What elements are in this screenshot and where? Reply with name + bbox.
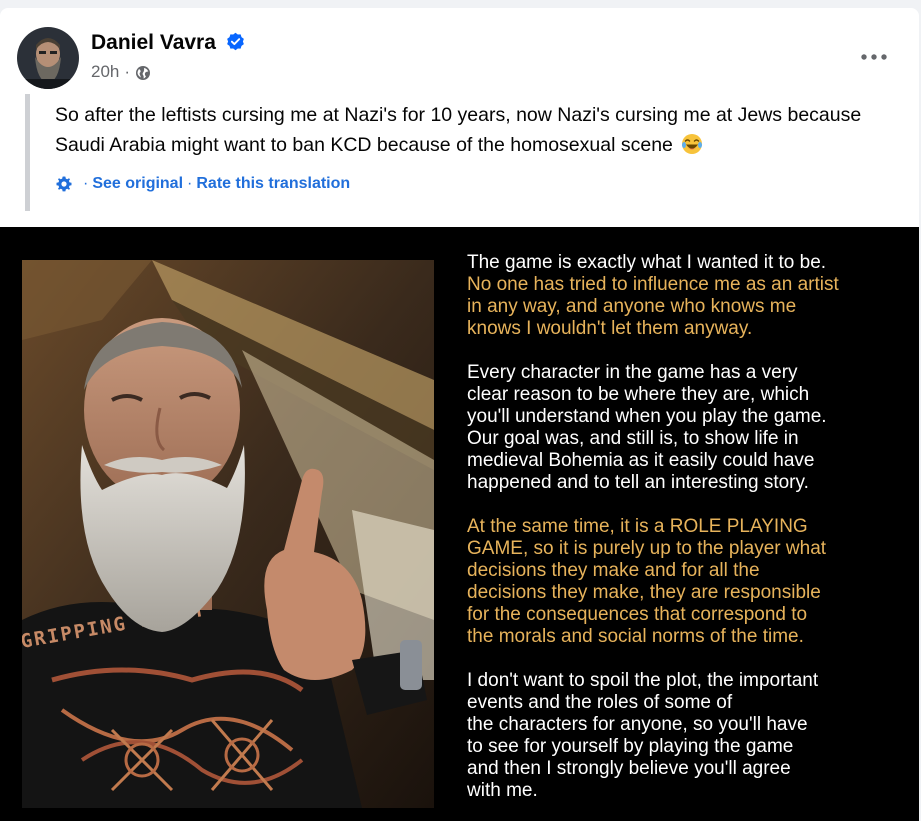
image-text-line: At the same time, it is a ROLE PLAYING: [467, 516, 808, 537]
image-text-line: I don't want to spoil the plot, the impo…: [467, 670, 819, 691]
more-options-icon[interactable]: [856, 42, 892, 72]
image-text-line: happened and to tell an interesting stor…: [467, 472, 809, 493]
image-text-line: decisions they make and for all the: [467, 560, 760, 581]
image-text-paragraph: I don't want to spoil the plot, the impo…: [467, 670, 907, 802]
globe-icon[interactable]: [135, 65, 151, 81]
rate-translation-link[interactable]: Rate this translation: [196, 175, 350, 193]
post-timestamp[interactable]: 20h: [91, 62, 119, 82]
image-text-line: The game is exactly what I wanted it to …: [467, 252, 827, 273]
image-text-line: knows I wouldn't let them anyway.: [467, 318, 753, 339]
author-name[interactable]: Daniel Vavra: [91, 30, 216, 56]
image-text-line: for the consequences that correspond to: [467, 604, 808, 625]
translation-quote-bar: [25, 94, 30, 211]
post-body: So after the leftists cursing me at Nazi…: [55, 100, 895, 160]
image-text-line: Every character in the game has a very: [467, 362, 798, 383]
image-text-paragraph: The game is exactly what I wanted it to …: [467, 252, 907, 340]
image-text-line: decisions they make, they are responsibl…: [467, 582, 821, 603]
image-text-line: clear reason to be where they are, which: [467, 384, 810, 405]
image-text-line: No one has tried to influence me as an a…: [467, 274, 839, 295]
laughing-emoji-icon: [681, 133, 703, 155]
post-meta: 20h ·: [91, 62, 151, 82]
gear-icon[interactable]: [55, 175, 73, 193]
post-image[interactable]: GRIPPING BEAST The game is exactly what …: [0, 227, 919, 821]
translation-separator: ·: [187, 175, 193, 192]
post-text: So after the leftists cursing me at Nazi…: [55, 104, 862, 156]
image-text-line: events and the roles of some of: [467, 692, 733, 713]
image-text-line: and then I strongly believe you'll agree: [467, 758, 791, 779]
image-text-line: with me.: [467, 780, 538, 801]
image-text-line: Our goal was, and still is, to show life…: [467, 428, 799, 449]
post-card: Daniel Vavra 20h · So after the leftists…: [0, 8, 919, 821]
image-quote-text: The game is exactly what I wanted it to …: [467, 252, 907, 821]
image-text-line: the morals and social norms of the time.: [467, 626, 804, 647]
image-text-line: GAME, so it is purely up to the player w…: [467, 538, 827, 559]
image-text-line: in any way, and anyone who knows me: [467, 296, 797, 317]
image-text-line: the characters for anyone, so you'll hav…: [467, 714, 808, 735]
verified-badge-icon: [226, 32, 245, 51]
image-text-line: medieval Bohemia as it easily could have: [467, 450, 815, 471]
see-original-link[interactable]: See original: [92, 175, 183, 193]
meta-separator: ·: [124, 62, 131, 81]
image-text-paragraph: At the same time, it is a ROLE PLAYING GA…: [467, 516, 907, 648]
translation-separator: ·: [83, 175, 89, 192]
translation-bar: · See original · Rate this translation: [55, 175, 350, 193]
author-avatar[interactable]: [17, 27, 79, 89]
image-text-line: you'll understand when you play the game…: [467, 406, 827, 427]
author-photo: GRIPPING BEAST: [22, 260, 434, 808]
image-text-paragraph: Every character in the game has a very cl…: [467, 362, 907, 494]
image-text-line: to see for yourself by playing the game: [467, 736, 794, 757]
